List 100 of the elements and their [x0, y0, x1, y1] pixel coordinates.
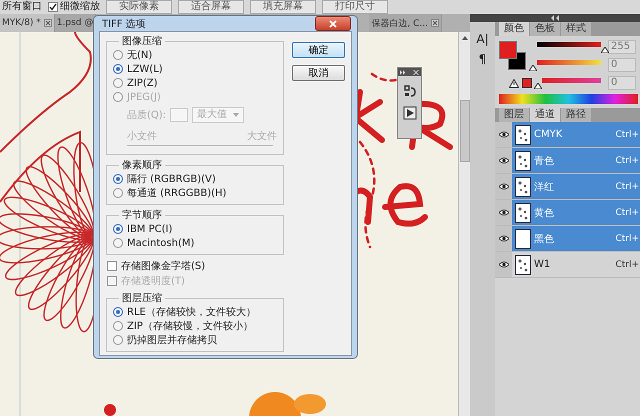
- dialog-button[interactable]: 确定: [292, 42, 345, 58]
- radio-button[interactable]: ZIP（存储较慢，文件较小）: [113, 319, 277, 333]
- channel-thumbnail: [515, 150, 531, 170]
- radio-indicator[interactable]: [113, 50, 123, 60]
- slider-thumb[interactable]: [529, 64, 537, 70]
- channel-shortcut: Ctrl+: [615, 156, 639, 166]
- channel-row[interactable]: 黄色 Ctrl+: [495, 200, 640, 226]
- radio-indicator[interactable]: [113, 321, 123, 331]
- panel-tab[interactable]: 色板: [530, 22, 560, 36]
- eye-icon[interactable]: [498, 209, 508, 216]
- radio-button[interactable]: LZW(L): [113, 62, 277, 76]
- radio-indicator[interactable]: [113, 238, 123, 248]
- channel-row[interactable]: 黑色 Ctrl+: [495, 226, 640, 252]
- dialog-button[interactable]: 取消: [292, 65, 345, 81]
- channel-shortcut: Ctrl+: [615, 260, 639, 270]
- channel-thumbnail: [515, 202, 531, 222]
- zoom-button[interactable]: 打印尺寸: [322, 0, 388, 14]
- radio-indicator[interactable]: [113, 174, 123, 184]
- panel-tab[interactable]: 颜色: [499, 22, 529, 36]
- channel-name: W1: [534, 259, 552, 270]
- caret-icon: [233, 113, 240, 117]
- slider-thumb[interactable]: [534, 82, 542, 88]
- channel-thumbnail: [515, 124, 531, 144]
- color-swatches[interactable]: [499, 41, 527, 71]
- channel-thumbnail: [515, 254, 531, 274]
- close-icon[interactable]: [44, 19, 52, 27]
- checkbox[interactable]: 存储图像金字塔(S): [107, 259, 284, 273]
- document-tab[interactable]: MYK/8) *: [0, 14, 55, 32]
- channel-name: CMYK: [534, 129, 564, 140]
- zoom-button[interactable]: 填充屏幕: [250, 0, 316, 14]
- value-field[interactable]: 255: [608, 40, 636, 54]
- panel-tab[interactable]: 样式: [561, 22, 591, 36]
- slider-max-label: 大文件: [247, 130, 277, 143]
- checkbox-indicator[interactable]: [107, 261, 117, 271]
- warning-icon[interactable]: [509, 78, 519, 88]
- value-field[interactable]: 0: [608, 58, 636, 72]
- radio-indicator[interactable]: [113, 188, 123, 198]
- quality-label: 品质(Q):: [127, 108, 166, 122]
- close-button[interactable]: [315, 16, 351, 31]
- channel-shortcut: Ctrl+: [615, 208, 639, 218]
- document-tab[interactable]: 1.psd @: [54, 14, 96, 32]
- channel-name: 黑色: [534, 232, 555, 246]
- panel-tab[interactable]: 路径: [561, 108, 591, 122]
- radio-button[interactable]: 扔掉图层并存储拷贝: [113, 333, 277, 347]
- scrollbar-thumb[interactable]: [460, 100, 470, 162]
- channel-shortcut: Ctrl+: [615, 130, 639, 140]
- group-title: 图层压缩: [121, 292, 163, 305]
- option-label: 所有窗口: [2, 1, 42, 13]
- radio-indicator[interactable]: [113, 78, 123, 88]
- group-title: 字节顺序: [121, 209, 163, 222]
- channel-shortcut: Ctrl+: [615, 182, 639, 192]
- history-icon[interactable]: [402, 84, 416, 98]
- radio-indicator[interactable]: [113, 307, 123, 317]
- checkbox[interactable]: 细微缩放: [48, 1, 100, 13]
- radio-button[interactable]: 无(N): [113, 48, 277, 62]
- zoom-button[interactable]: 适合屏幕: [178, 0, 244, 14]
- slider-min-label: 小文件: [127, 130, 157, 143]
- gamut-swatch[interactable]: [522, 78, 532, 88]
- scroll-up-icon[interactable]: [462, 36, 468, 40]
- eye-icon[interactable]: [498, 183, 508, 190]
- eye-icon[interactable]: [498, 131, 508, 138]
- radio-button[interactable]: Macintosh(M): [113, 236, 277, 250]
- scrollbar[interactable]: [458, 32, 470, 416]
- channel-row[interactable]: CMYK Ctrl+: [495, 122, 640, 148]
- panel-tab[interactable]: 图层: [499, 108, 529, 122]
- eye-icon[interactable]: [498, 261, 508, 268]
- channel-shortcut: Ctrl+: [615, 234, 639, 244]
- color-spectrum[interactable]: [499, 94, 638, 104]
- channel-row[interactable]: 青色 Ctrl+: [495, 148, 640, 174]
- channel-thumbnail: [515, 176, 531, 196]
- value-field[interactable]: 0: [608, 76, 636, 90]
- channel-name: 洋红: [534, 180, 555, 194]
- collapse-icon[interactable]: [400, 70, 406, 74]
- actions-icon[interactable]: [402, 106, 416, 120]
- radio-indicator[interactable]: [113, 64, 123, 74]
- dialog-title: TIFF 选项: [102, 18, 146, 30]
- radio-button[interactable]: RLE（存储较快，文件较大）: [113, 305, 277, 319]
- eye-icon[interactable]: [498, 157, 508, 164]
- panel-glyph-icon[interactable]: A|: [476, 32, 489, 46]
- radio-indicator[interactable]: [113, 224, 123, 234]
- eye-icon[interactable]: [498, 235, 508, 242]
- zoom-button[interactable]: 实际像素: [106, 0, 172, 14]
- slider-thumb[interactable]: [601, 46, 609, 52]
- radio-button[interactable]: 隔行 (RGBRGB)(V): [113, 172, 277, 186]
- radio-button[interactable]: 每通道 (RRGGBB)(H): [113, 186, 277, 200]
- close-icon[interactable]: [431, 19, 439, 27]
- channel-name: 黄色: [534, 206, 555, 220]
- close-icon: [329, 20, 337, 28]
- panel-glyph-icon[interactable]: ¶: [478, 52, 486, 66]
- radio-indicator[interactable]: [113, 335, 123, 345]
- document-tab[interactable]: 保器白边, C...: [369, 14, 442, 32]
- radio-button[interactable]: ZIP(Z): [113, 76, 277, 90]
- panel-tab[interactable]: 通道: [530, 108, 560, 122]
- group-title: 像素顺序: [121, 159, 163, 172]
- channel-name: 青色: [534, 154, 555, 168]
- channel-row[interactable]: 洋红 Ctrl+: [495, 174, 640, 200]
- radio-button[interactable]: IBM PC(I): [113, 222, 277, 236]
- checkbox-indicator[interactable]: [48, 2, 58, 12]
- channel-row[interactable]: W1 Ctrl+: [495, 252, 640, 278]
- group-title: 图像压缩: [121, 35, 163, 48]
